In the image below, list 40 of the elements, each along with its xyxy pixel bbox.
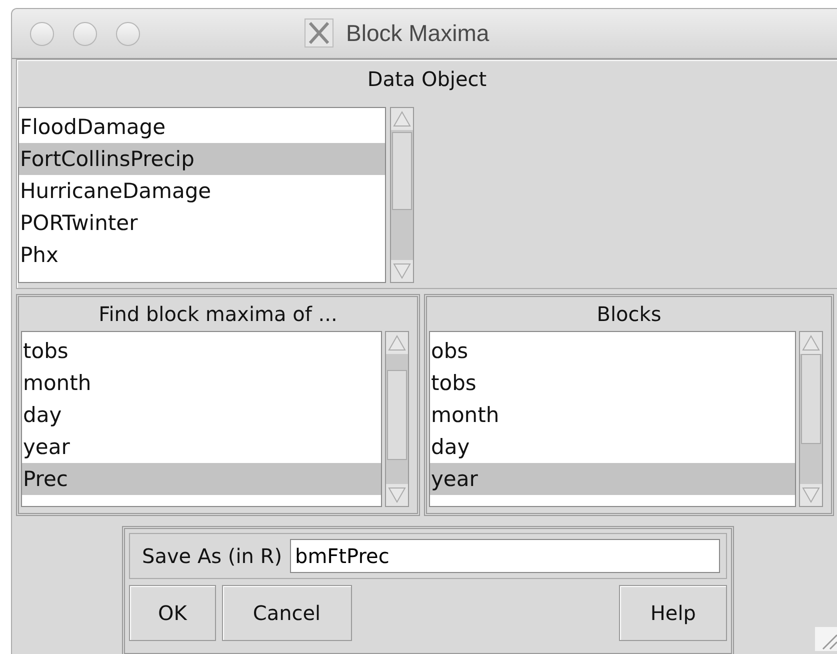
- list-item[interactable]: year: [22, 431, 381, 463]
- list-item[interactable]: Phx: [19, 239, 385, 271]
- scroll-down-icon[interactable]: [387, 485, 407, 505]
- list-item[interactable]: month: [430, 399, 795, 431]
- list-item[interactable]: FloodDamage: [19, 111, 385, 143]
- scroll-down-icon[interactable]: [392, 261, 412, 281]
- window-button[interactable]: [30, 22, 54, 46]
- input-field[interactable]: bmFtPrec: [290, 539, 720, 573]
- list-box[interactable]: tobs month day year Prec: [21, 331, 382, 507]
- window-button[interactable]: [73, 22, 97, 46]
- window-button[interactable]: [116, 22, 140, 46]
- list-item[interactable]: FortCollinsPrecip: [19, 143, 385, 175]
- list-box[interactable]: obs tobs month day year: [429, 331, 796, 507]
- button[interactable]: OK: [129, 585, 216, 641]
- scrollbar[interactable]: [390, 107, 414, 283]
- x11-icon: [304, 18, 334, 48]
- list-item[interactable]: PORTwinter: [19, 207, 385, 239]
- window-title: Block Maxima: [346, 20, 490, 46]
- list-item[interactable]: day: [430, 431, 795, 463]
- scrollbar[interactable]: [799, 331, 823, 507]
- list-item[interactable]: Prec: [22, 463, 381, 495]
- button[interactable]: Help: [619, 585, 727, 641]
- button[interactable]: Cancel: [222, 585, 352, 641]
- list-item[interactable]: tobs: [22, 335, 381, 367]
- scroll-down-icon[interactable]: [801, 485, 821, 505]
- section-label: Blocks: [596, 302, 662, 326]
- section-label: Data Object: [367, 67, 487, 91]
- scroll-up-icon[interactable]: [392, 109, 412, 129]
- scroll-up-icon[interactable]: [387, 333, 407, 353]
- section-label: Find block maxima of ...: [98, 302, 338, 326]
- list-item[interactable]: day: [22, 399, 381, 431]
- list-box[interactable]: FloodDamage FortCollinsPrecip HurricaneDamage PORTwinter Phx: [18, 107, 386, 283]
- scrollbar[interactable]: [385, 331, 409, 507]
- resize-grip-icon[interactable]: [815, 627, 837, 651]
- list-item[interactable]: month: [22, 367, 381, 399]
- list-item[interactable]: tobs: [430, 367, 795, 399]
- field-label: Save As (in R): [142, 544, 282, 568]
- list-item[interactable]: obs: [430, 335, 795, 367]
- list-item[interactable]: HurricaneDamage: [19, 175, 385, 207]
- list-item[interactable]: year: [430, 463, 795, 495]
